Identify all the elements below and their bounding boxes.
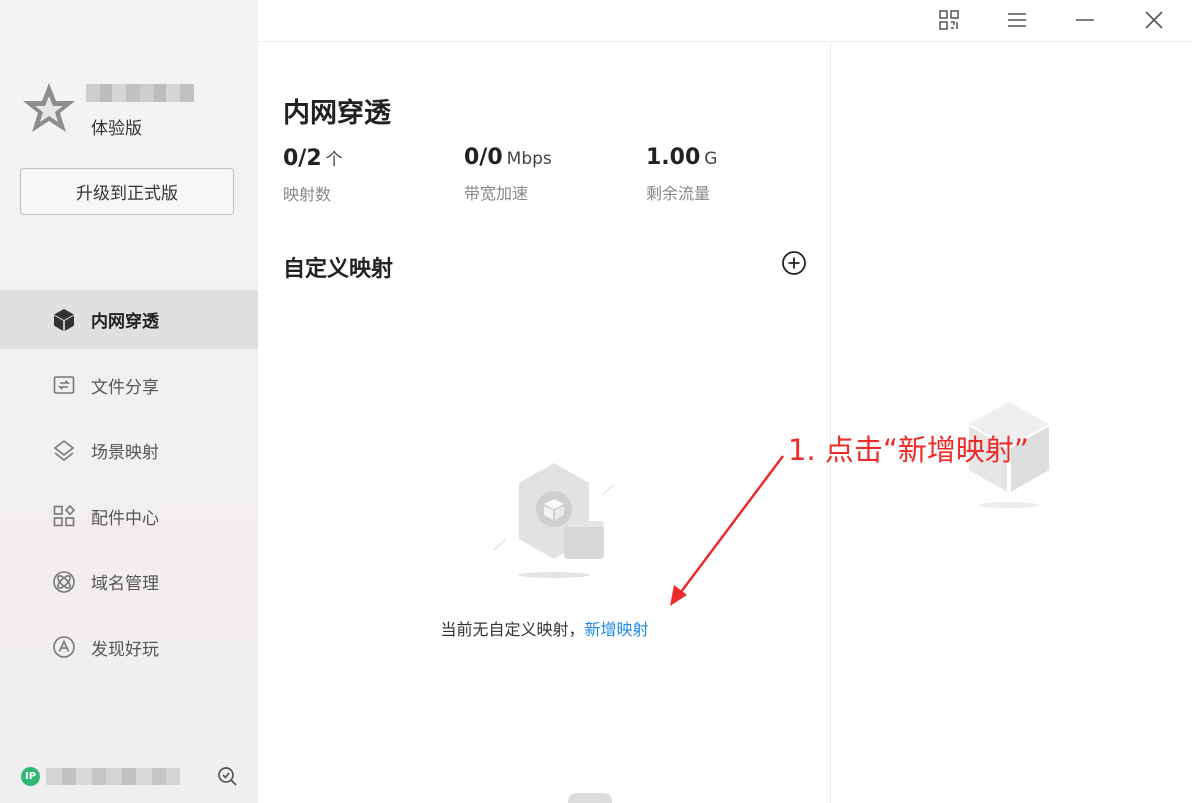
- minimize-button[interactable]: [1072, 7, 1098, 33]
- sidebar-item-label: 域名管理: [91, 574, 159, 594]
- add-mapping-icon[interactable]: [781, 250, 807, 276]
- stat-traffic: 1.00 G 剩余流量: [646, 145, 717, 204]
- main-panel: 内网穿透 0/2 个 映射数 0/0 Mbps 带宽加速 1.00 G 剩余流量 自定…: [258, 43, 831, 803]
- section-title: 自定义映射: [283, 257, 394, 282]
- sidebar-item-label: 内网穿透: [91, 312, 159, 332]
- annotation-text: 1. 点击“新增映射”: [788, 433, 1029, 467]
- zoom-out-icon[interactable]: [216, 765, 238, 787]
- sidebar: 体验版 升级到正式版 内网穿透 文件分享 场景映射 配件中心 域名管理 发现好玩…: [0, 0, 258, 803]
- stat-unit: 个: [325, 150, 343, 170]
- username-blurred: [86, 84, 194, 102]
- grid-apps-icon: [51, 503, 77, 529]
- stat-label: 剩余流量: [646, 184, 711, 203]
- sidebar-item-label: 场景映射: [91, 443, 159, 463]
- stat-unit: G: [704, 149, 718, 169]
- ip-bar: IP: [0, 760, 258, 794]
- layers-icon: [51, 438, 77, 464]
- hamburger-icon: [1008, 13, 1026, 27]
- sidebar-item-intranet[interactable]: 内网穿透: [0, 290, 258, 349]
- qr-code-button[interactable]: [936, 7, 962, 33]
- minimize-icon: [1076, 19, 1094, 21]
- folder-share-icon: [51, 372, 77, 398]
- ip-address-blurred: [46, 768, 180, 785]
- page-title: 内网穿透: [283, 98, 391, 129]
- add-mapping-link[interactable]: 新增映射: [585, 620, 649, 639]
- sidebar-item-discover[interactable]: 发现好玩: [0, 618, 258, 677]
- stat-unit: Mbps: [506, 149, 552, 169]
- sidebar-item-file-share[interactable]: 文件分享: [0, 356, 258, 415]
- stat-value: 0/0: [464, 145, 503, 170]
- upgrade-button[interactable]: 升级到正式版: [20, 168, 234, 215]
- drawer-handle[interactable]: [568, 793, 612, 803]
- stat-label: 带宽加速: [464, 184, 529, 203]
- title-bar: [258, 0, 1192, 42]
- star-avatar-icon[interactable]: [20, 80, 78, 138]
- cube-icon: [51, 307, 77, 333]
- empty-state-text: 当前无自定义映射，: [440, 620, 585, 639]
- edition-label: 体验版: [91, 119, 142, 139]
- sidebar-nav: 内网穿透 文件分享 场景映射 配件中心 域名管理 发现好玩: [0, 290, 258, 683]
- stat-value: 0/2: [283, 146, 322, 171]
- sidebar-item-label: 发现好玩: [91, 639, 159, 660]
- menu-button[interactable]: [1004, 7, 1030, 33]
- empty-state-message: 当前无自定义映射，新增映射: [258, 616, 831, 640]
- panel-divider: [830, 43, 831, 803]
- stat-bandwidth: 0/0 Mbps 带宽加速: [464, 145, 552, 204]
- atom-icon: [51, 569, 77, 595]
- stat-value: 1.00: [646, 145, 701, 170]
- sidebar-item-accessories[interactable]: 配件中心: [0, 487, 258, 546]
- stat-label: 映射数: [283, 185, 332, 204]
- compass-icon: [51, 634, 77, 660]
- empty-state-illustration: [493, 463, 615, 578]
- sidebar-item-scene-mapping[interactable]: 场景映射: [0, 421, 258, 480]
- sidebar-item-domain[interactable]: 域名管理: [0, 552, 258, 611]
- sidebar-item-label: 配件中心: [91, 508, 159, 529]
- qr-code-icon: [939, 10, 959, 30]
- sidebar-item-label: 文件分享: [91, 377, 159, 398]
- annotation-arrow: [670, 455, 784, 606]
- ip-badge: IP: [21, 767, 40, 786]
- close-button[interactable]: [1141, 7, 1167, 33]
- close-icon: [1145, 11, 1163, 29]
- stat-mappings: 0/2 个 映射数: [283, 145, 343, 205]
